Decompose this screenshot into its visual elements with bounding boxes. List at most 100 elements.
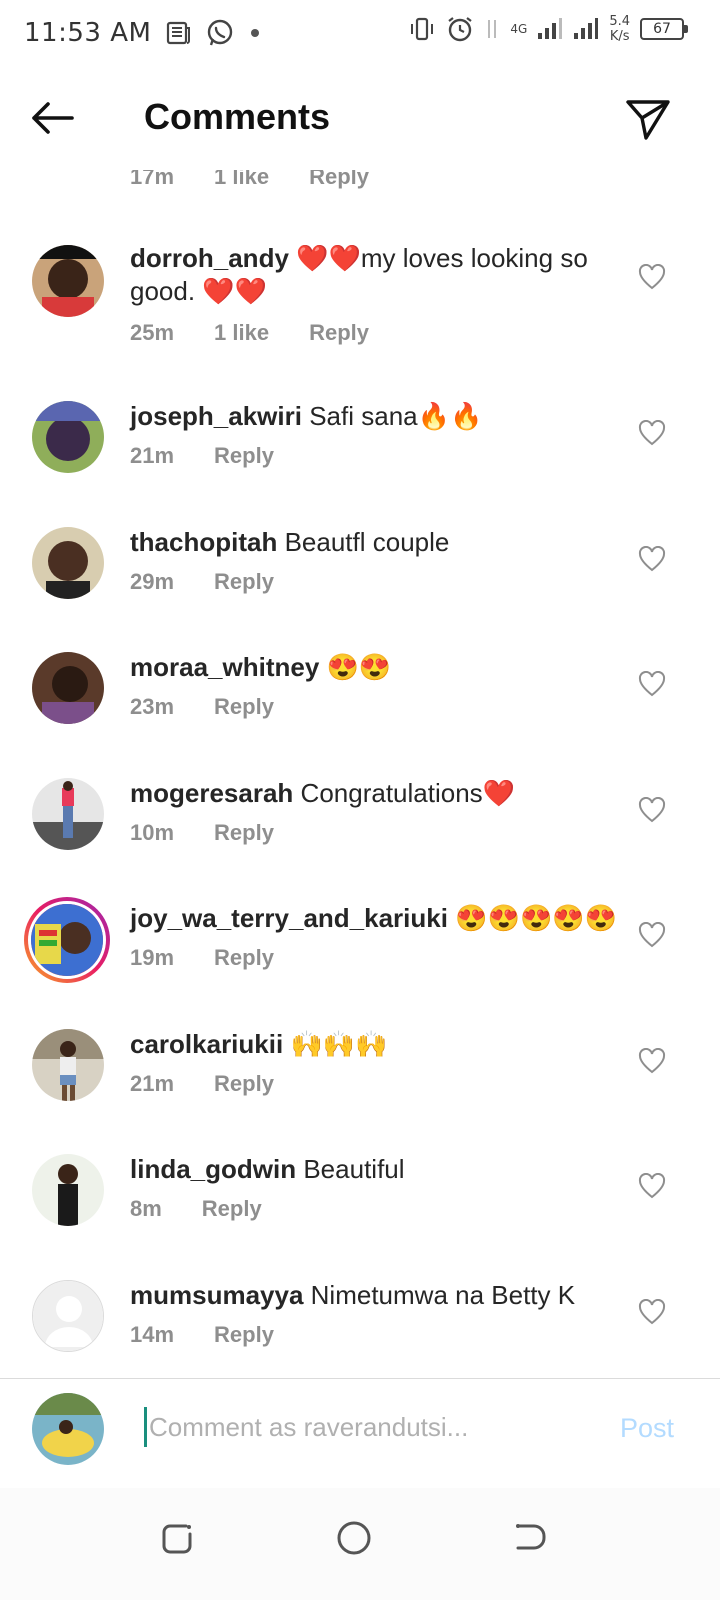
vibrate-icon (411, 17, 434, 41)
home-icon[interactable] (334, 1518, 374, 1558)
news-icon (167, 21, 191, 45)
reply-button[interactable]: Reply (214, 443, 274, 469)
comment-text: mumsumayya Nimetumwa na Betty K (130, 1279, 618, 1312)
reply-button[interactable]: Reply (214, 820, 274, 846)
comment-time: 19m (130, 945, 175, 970)
comment-meta: 29m Reply (130, 569, 274, 595)
comment-content: Congratulations❤️ (300, 778, 516, 808)
comment-text: mogeresarah Congratulations❤️ (130, 777, 618, 810)
comment-text: joy_wa_terry_and_kariuki 😍😍😍😍😍 (130, 902, 618, 935)
comment-text: moraa_whitney 😍😍 (130, 651, 618, 684)
heart-outline-icon[interactable] (638, 1173, 666, 1199)
net-speed-value: 5.4 (609, 14, 630, 29)
comment-time: 21m (130, 1071, 175, 1096)
comment-time: 10m (130, 820, 175, 845)
comment-username[interactable]: thachopitah (130, 527, 277, 557)
avatar[interactable] (32, 1154, 104, 1226)
comment-text: dorroh_andy ❤️❤️my loves looking so good… (130, 242, 618, 308)
comment-time: 21m (130, 443, 175, 468)
share-button[interactable] (624, 94, 672, 142)
heart-outline-icon[interactable] (638, 420, 666, 446)
comments-list[interactable]: 17m 1 like Reply dorroh_andy ❤️❤️my love… (0, 160, 720, 1400)
heart-outline-icon[interactable] (638, 671, 666, 697)
header: Comments (0, 66, 720, 170)
post-button[interactable]: Post (620, 1413, 674, 1444)
net-speed-unit: K/s (609, 29, 630, 44)
comment-text: carolkariukii 🙌🙌🙌 (130, 1028, 618, 1061)
comment-content: Safi sana🔥🔥 (309, 401, 483, 431)
page-title: Comments (144, 96, 331, 137)
back-nav-icon[interactable] (510, 1518, 550, 1558)
reply-button[interactable]: Reply (214, 694, 274, 720)
avatar[interactable] (32, 245, 104, 317)
comment-username[interactable]: joy_wa_terry_and_kariuki (130, 903, 448, 933)
comment-username[interactable]: carolkariukii (130, 1029, 283, 1059)
comment-composer: Post (0, 1378, 720, 1488)
comment-meta: 21m Reply (130, 443, 274, 469)
heart-outline-icon[interactable] (638, 546, 666, 572)
avatar[interactable] (32, 401, 104, 473)
comment-username[interactable]: moraa_whitney (130, 652, 319, 682)
current-user-avatar (32, 1393, 104, 1465)
comment-meta: 8m Reply (130, 1196, 262, 1222)
comment-username[interactable]: joseph_akwiri (130, 401, 302, 431)
avatar[interactable] (32, 1029, 104, 1101)
partial-comment-meta: 17m 1 like Reply (130, 170, 369, 190)
comment-username[interactable]: dorroh_andy (130, 243, 289, 273)
reply-button[interactable]: Reply (202, 1196, 262, 1222)
network-type: 4G (510, 22, 528, 36)
avatar[interactable] (32, 527, 104, 599)
comment-username[interactable]: linda_godwin (130, 1154, 296, 1184)
heart-outline-icon[interactable] (638, 922, 666, 948)
paper-plane-icon (626, 100, 670, 140)
reply-button[interactable]: Reply (214, 569, 274, 595)
avatar-placeholder[interactable] (32, 1280, 104, 1352)
status-bar: 11:53 AM 4G 5.4 K/s 67 (0, 0, 720, 66)
comment-time: 29m (130, 569, 175, 594)
comment-content: 😍😍 (326, 652, 392, 682)
avatar[interactable] (32, 778, 104, 850)
reply-button[interactable]: Reply (214, 1071, 274, 1097)
comment-meta: 25m 1 like Reply (130, 320, 369, 346)
avatar-story-ring[interactable] (24, 897, 110, 983)
comment-content: Nimetumwa na Betty K (310, 1280, 576, 1310)
dot-icon (251, 29, 260, 37)
back-button[interactable] (28, 96, 80, 140)
reply-button[interactable]: Reply (309, 320, 369, 346)
comment-time: 23m (130, 694, 175, 719)
reply-button[interactable]: Reply (309, 170, 369, 190)
signal-icon-2 (574, 18, 599, 39)
comment-content: 😍😍😍😍😍 (455, 903, 618, 933)
comment-meta: 14m Reply (130, 1322, 274, 1348)
comment-content: Beautiful (303, 1154, 405, 1184)
comment-username[interactable]: mogeresarah (130, 778, 293, 808)
net-speed: 5.4 K/s (609, 14, 630, 44)
status-time: 11:53 AM (24, 18, 152, 48)
comment-text: thachopitah Beautfl couple (130, 526, 618, 559)
recent-apps-icon[interactable] (158, 1518, 198, 1558)
comment-meta: 19m Reply (130, 945, 274, 971)
battery-level: 67 (653, 21, 671, 37)
comment-input[interactable] (144, 1407, 584, 1447)
avatar[interactable] (32, 652, 104, 724)
battery-icon: 67 (640, 18, 688, 40)
alarm-icon (448, 17, 473, 42)
comment-text: joseph_akwiri Safi sana🔥🔥 (130, 400, 618, 433)
comment-meta: 21m Reply (130, 1071, 274, 1097)
reply-button[interactable]: Reply (214, 1322, 274, 1348)
comment-meta: 23m Reply (130, 694, 274, 720)
comment-content: 🙌🙌🙌 (290, 1029, 388, 1059)
data-arrows-icon (488, 20, 497, 38)
arrow-left-icon (32, 102, 74, 134)
comment-likes[interactable]: 1 like (214, 320, 269, 346)
comment-likes[interactable]: 1 like (214, 170, 269, 190)
reply-button[interactable]: Reply (214, 945, 274, 971)
heart-outline-icon[interactable] (638, 264, 666, 290)
comment-time: 8m (130, 1196, 162, 1221)
heart-outline-icon[interactable] (638, 797, 666, 823)
heart-outline-icon[interactable] (638, 1048, 666, 1074)
whatsapp-icon (208, 19, 233, 46)
comment-meta: 10m Reply (130, 820, 274, 846)
heart-outline-icon[interactable] (638, 1299, 666, 1325)
comment-username[interactable]: mumsumayya (130, 1280, 303, 1310)
